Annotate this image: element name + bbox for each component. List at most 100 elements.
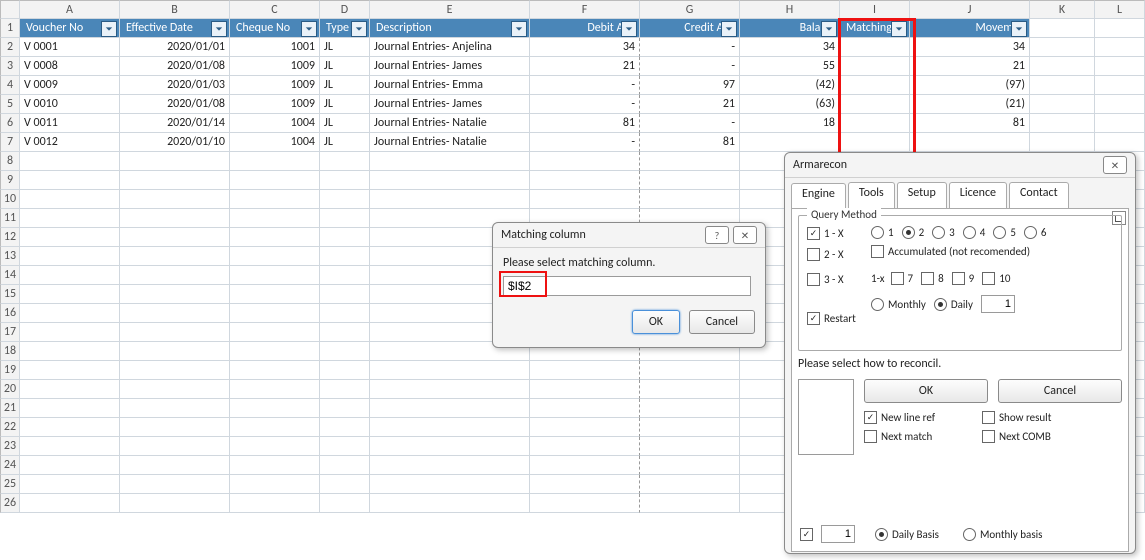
help-icon[interactable]: ? (705, 226, 729, 244)
cell[interactable]: Journal Entries- Anjelina (370, 38, 530, 57)
row-header-6[interactable]: 6 (0, 114, 20, 133)
cell[interactable]: - (530, 95, 640, 114)
cell-blank[interactable] (640, 380, 740, 399)
cell-blank[interactable] (230, 437, 320, 456)
col-header-J[interactable]: J (910, 0, 1030, 19)
cell-blank[interactable] (640, 152, 740, 171)
col-header-E[interactable]: E (370, 0, 530, 19)
cell[interactable]: 34 (910, 38, 1030, 57)
cell[interactable]: 34 (740, 38, 840, 57)
table-header-effective-date[interactable]: Effective Date (120, 19, 230, 38)
cell-blank[interactable] (120, 171, 230, 190)
cell[interactable]: 81 (640, 133, 740, 152)
cancel-button[interactable]: Cancel (689, 310, 755, 334)
radio-dailybasis[interactable]: Daily Basis (875, 528, 939, 541)
table-header-voucher-no[interactable]: Voucher No (20, 19, 120, 38)
cell-blank[interactable] (20, 494, 120, 513)
filter-icon[interactable] (301, 21, 317, 37)
cell-blank[interactable] (120, 304, 230, 323)
cell-blank[interactable] (230, 342, 320, 361)
row-header-3[interactable]: 3 (0, 57, 20, 76)
cell[interactable]: V 0009 (20, 76, 120, 95)
cell-blank[interactable] (320, 266, 370, 285)
radio-1[interactable]: 1 (871, 226, 894, 239)
row-header-5[interactable]: 5 (0, 95, 20, 114)
row-header-10[interactable]: 10 (0, 190, 20, 209)
cell-blank[interactable] (1095, 133, 1145, 152)
col-header-F[interactable]: F (530, 0, 640, 19)
bottom-value-input[interactable] (821, 525, 855, 543)
cell-blank[interactable] (230, 152, 320, 171)
col-header-B[interactable]: B (120, 0, 230, 19)
cell-blank[interactable] (20, 437, 120, 456)
cell-blank[interactable] (20, 475, 120, 494)
cell-blank[interactable] (1030, 114, 1095, 133)
cell-blank[interactable] (20, 209, 120, 228)
row-header-16[interactable]: 16 (0, 304, 20, 323)
cell-blank[interactable] (20, 418, 120, 437)
filter-icon[interactable] (891, 21, 907, 37)
row-header-8[interactable]: 8 (0, 152, 20, 171)
col-header-L[interactable]: L (1095, 0, 1145, 19)
cell[interactable]: 1004 (230, 133, 320, 152)
cell[interactable]: 1004 (230, 114, 320, 133)
row-header-19[interactable]: 19 (0, 361, 20, 380)
dialog-titlebar[interactable]: Matching column ? ✕ (493, 223, 765, 248)
cell[interactable]: Journal Entries- James (370, 95, 530, 114)
cell-blank[interactable] (640, 171, 740, 190)
cell[interactable] (910, 133, 1030, 152)
filter-icon[interactable] (351, 21, 367, 37)
cell-blank[interactable] (20, 456, 120, 475)
daily-value-input[interactable] (981, 295, 1015, 313)
cell[interactable]: - (530, 133, 640, 152)
cell[interactable]: 2020/01/01 (120, 38, 230, 57)
check-8[interactable]: 8 (921, 272, 944, 285)
cell-blank[interactable] (530, 437, 640, 456)
cell-blank[interactable] (320, 494, 370, 513)
cell[interactable]: 34 (530, 38, 640, 57)
filter-icon[interactable] (211, 21, 227, 37)
cell-blank[interactable] (1095, 114, 1145, 133)
cell-blank[interactable] (120, 342, 230, 361)
cell-blank[interactable] (640, 361, 740, 380)
cell-blank[interactable] (320, 171, 370, 190)
arm-ok-button[interactable]: OK (864, 379, 988, 403)
ok-button[interactable]: OK (632, 310, 680, 334)
cell[interactable]: (21) (910, 95, 1030, 114)
cell-blank[interactable] (230, 228, 320, 247)
cell-blank[interactable] (1095, 57, 1145, 76)
cell-blank[interactable] (230, 285, 320, 304)
cell[interactable]: Journal Entries- Natalie (370, 114, 530, 133)
row-header-14[interactable]: 14 (0, 266, 20, 285)
cell-blank[interactable] (640, 494, 740, 513)
cell-blank[interactable] (120, 209, 230, 228)
cell-blank[interactable] (370, 494, 530, 513)
cell-blank[interactable] (1095, 95, 1145, 114)
cell-blank[interactable] (230, 418, 320, 437)
cell-blank[interactable] (120, 247, 230, 266)
cell-blank[interactable] (320, 361, 370, 380)
cell-blank[interactable] (1030, 133, 1095, 152)
cell-blank[interactable] (120, 380, 230, 399)
filter-icon[interactable] (721, 21, 737, 37)
table-header-type[interactable]: Type (320, 19, 370, 38)
cell[interactable]: - (640, 38, 740, 57)
cell[interactable]: V 0001 (20, 38, 120, 57)
filter-icon[interactable] (821, 21, 837, 37)
cell-blank[interactable] (320, 342, 370, 361)
cell-blank[interactable] (320, 323, 370, 342)
cell[interactable]: 2020/01/08 (120, 57, 230, 76)
cell-blank[interactable] (20, 361, 120, 380)
cell-blank[interactable] (370, 171, 530, 190)
cell-blank[interactable] (120, 266, 230, 285)
cell-blank[interactable] (370, 456, 530, 475)
cell-blank[interactable] (530, 456, 640, 475)
radio-monthly[interactable]: Monthly (871, 298, 926, 311)
cell-blank[interactable] (370, 190, 530, 209)
cell-blank[interactable] (20, 399, 120, 418)
radio-2[interactable]: 2 (902, 226, 925, 239)
radio-4[interactable]: 4 (963, 226, 986, 239)
cell-blank[interactable] (640, 456, 740, 475)
cell[interactable]: JL (320, 76, 370, 95)
cell-blank[interactable] (370, 437, 530, 456)
